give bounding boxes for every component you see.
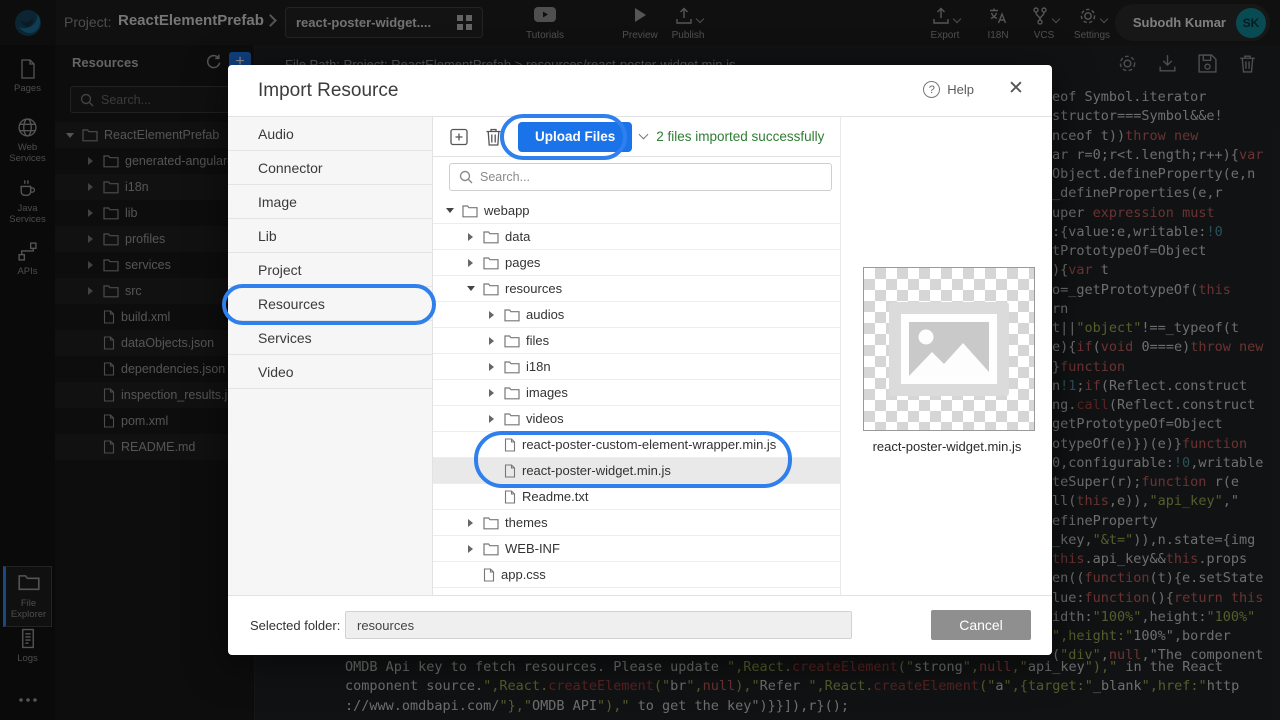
import-resource-dialog: Import Resource ? Help ✕ AudioConnectorI… <box>228 65 1052 655</box>
help-icon: ? <box>923 81 940 98</box>
caret-down-icon[interactable] <box>467 286 475 291</box>
caret-right-icon[interactable] <box>468 233 473 241</box>
resource-type-resources[interactable]: Resources <box>228 287 432 321</box>
folder-icon <box>504 412 520 426</box>
tree-item-audios[interactable]: audios <box>433 302 840 328</box>
tree-item-label: webapp <box>484 203 530 218</box>
tree-item-react-poster-widget-min-js[interactable]: react-poster-widget.min.js <box>433 458 840 484</box>
tree-item-react-poster-custom-element-wrapper-min-js[interactable]: react-poster-custom-element-wrapper.min.… <box>433 432 840 458</box>
trash-icon[interactable] <box>485 127 502 147</box>
caret-right-icon[interactable] <box>468 519 473 527</box>
tree-item-resources[interactable]: resources <box>433 276 840 302</box>
preview-thumbnail[interactable] <box>863 267 1035 431</box>
resource-type-connector[interactable]: Connector <box>228 151 432 185</box>
folder-icon <box>483 542 499 556</box>
preview-pane: react-poster-widget.min.js <box>840 117 1052 595</box>
tree-item-app-css[interactable]: app.css <box>433 562 840 588</box>
upload-chevron-down-icon[interactable] <box>639 130 649 140</box>
tree-item-label: Readme.txt <box>522 489 588 504</box>
tree-item-label: WEB-INF <box>505 541 560 556</box>
dialog-toolbar: Upload Files 2 files imported successful… <box>433 117 840 157</box>
resource-type-project[interactable]: Project <box>228 253 432 287</box>
tree-item-web-inf[interactable]: WEB-INF <box>433 536 840 562</box>
resource-type-nav: AudioConnectorImageLibProjectResourcesSe… <box>228 117 433 595</box>
selected-folder-input[interactable] <box>345 611 852 639</box>
help-button[interactable]: ? Help <box>923 81 974 98</box>
tree-item-label: themes <box>505 515 548 530</box>
caret-right-icon[interactable] <box>489 363 494 371</box>
folder-icon <box>483 256 499 270</box>
tree-item-images[interactable]: images <box>433 380 840 406</box>
tree-item-label: images <box>526 385 568 400</box>
tree-item-data[interactable]: data <box>433 224 840 250</box>
folder-icon <box>504 308 520 322</box>
resource-type-image[interactable]: Image <box>228 185 432 219</box>
resource-file-tree: webapp data pages resources audios files i18n i… <box>433 198 840 590</box>
folder-icon <box>462 204 478 218</box>
resource-type-video[interactable]: Video <box>228 355 432 389</box>
file-icon <box>504 438 516 452</box>
tree-item-label: videos <box>526 411 564 426</box>
search-icon <box>459 170 473 184</box>
resource-type-services[interactable]: Services <box>228 321 432 355</box>
resource-type-lib[interactable]: Lib <box>228 219 432 253</box>
file-icon <box>483 568 495 582</box>
folder-icon <box>483 230 499 244</box>
tree-item-label: audios <box>526 307 564 322</box>
folder-icon <box>504 386 520 400</box>
tree-item-label: resources <box>505 281 562 296</box>
new-folder-icon[interactable] <box>449 127 469 147</box>
resource-type-audio[interactable]: Audio <box>228 117 432 151</box>
app-screen: Project: ReactElementPrefab react-poster… <box>0 0 1280 720</box>
tree-item-label: react-poster-custom-element-wrapper.min.… <box>522 437 776 452</box>
preview-caption: react-poster-widget.min.js <box>841 439 1053 454</box>
cancel-button[interactable]: Cancel <box>931 610 1031 640</box>
folder-icon <box>504 360 520 374</box>
caret-right-icon[interactable] <box>489 337 494 345</box>
caret-right-icon[interactable] <box>489 311 494 319</box>
file-icon <box>504 490 516 504</box>
folder-icon <box>483 516 499 530</box>
selected-folder-label: Selected folder: <box>250 618 340 633</box>
tree-item-label: i18n <box>526 359 551 374</box>
folder-icon <box>504 334 520 348</box>
caret-right-icon[interactable] <box>468 545 473 553</box>
caret-down-icon[interactable] <box>446 208 454 213</box>
caret-right-icon[interactable] <box>489 415 494 423</box>
dialog-footer: Selected folder: Cancel <box>228 595 1052 655</box>
upload-success-message: 2 files imported successfully <box>656 129 824 144</box>
tree-item-readme-txt[interactable]: Readme.txt <box>433 484 840 510</box>
image-placeholder-icon <box>889 302 1009 396</box>
resource-search-input[interactable] <box>480 170 822 184</box>
dialog-header: Import Resource ? Help ✕ <box>228 65 1052 117</box>
tree-item-files[interactable]: files <box>433 328 840 354</box>
file-icon <box>504 464 516 478</box>
caret-right-icon[interactable] <box>468 259 473 267</box>
tree-item-label: app.css <box>501 567 546 582</box>
tree-item-pages[interactable]: pages <box>433 250 840 276</box>
tree-item-webapp[interactable]: webapp <box>433 198 840 224</box>
folder-icon <box>483 282 499 296</box>
help-label: Help <box>947 82 974 97</box>
tree-item-videos[interactable]: videos <box>433 406 840 432</box>
tree-item-label: files <box>526 333 549 348</box>
caret-right-icon[interactable] <box>489 389 494 397</box>
dialog-title: Import Resource <box>258 80 398 102</box>
upload-files-button[interactable]: Upload Files <box>518 122 632 152</box>
tree-item-i18n[interactable]: i18n <box>433 354 840 380</box>
close-icon[interactable]: ✕ <box>1006 79 1026 99</box>
tree-item-label: pages <box>505 255 540 270</box>
tree-item-label: react-poster-widget.min.js <box>522 463 671 478</box>
tree-item-themes[interactable]: themes <box>433 510 840 536</box>
resource-search[interactable] <box>449 163 832 191</box>
tree-item-label: data <box>505 229 530 244</box>
